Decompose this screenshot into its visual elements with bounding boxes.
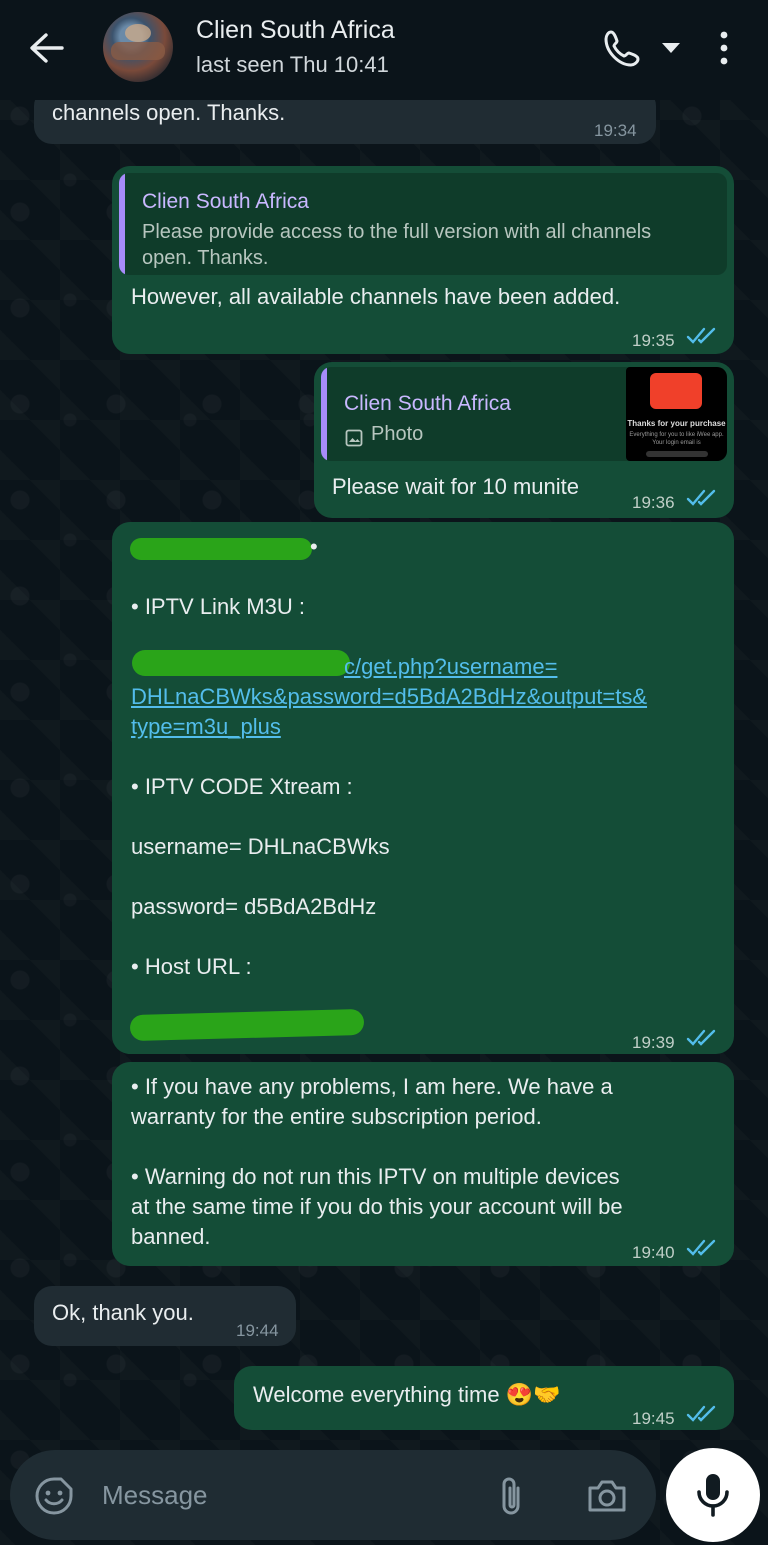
message-bubble-outgoing[interactable]: Clien South Africa Please provide access… (112, 166, 734, 354)
message-text: • If you have any problems, I am here. W… (131, 1074, 623, 1249)
double-check-icon (686, 1236, 718, 1256)
m3u-link[interactable]: c/get.php?username= (344, 652, 557, 682)
mic-icon[interactable] (666, 1448, 760, 1542)
thumb-field (646, 451, 708, 457)
message-time: 19:44 (236, 1321, 279, 1340)
message-time: 19:36 (632, 493, 675, 512)
message-time: 19:35 (632, 331, 675, 350)
message-text: Please wait for 10 munite (332, 474, 580, 499)
app-logo (650, 373, 702, 409)
thumb-subtitle: Everything for you to like iWee app. You… (629, 432, 724, 446)
redaction-mark (129, 1008, 365, 1042)
quote-text: Please provide access to the full versio… (142, 221, 652, 269)
double-check-icon (686, 324, 718, 344)
quote-accent-bar (119, 173, 125, 275)
sticker-icon[interactable] (34, 1476, 74, 1516)
message-text: channels open. Thanks. (52, 100, 286, 125)
quote-sender: Clien South Africa (142, 190, 309, 213)
message-bubble-incoming[interactable]: Ok, thank you. 19:44 (34, 1286, 296, 1346)
m3u-label: • IPTV Link M3U : (131, 594, 305, 619)
thumb-title: Thanks for your purchase (627, 419, 726, 428)
message-text: Ok, thank you. (52, 1300, 194, 1325)
phone-icon[interactable] (602, 28, 644, 68)
image-icon (345, 425, 363, 455)
password-line: password= d5BdA2BdHz (131, 894, 377, 919)
m3u-link[interactable]: type=m3u_plus (131, 712, 281, 742)
message-bubble-outgoing[interactable]: Welcome everything time 😍🤝 19:45 (234, 1366, 734, 1430)
message-input[interactable] (102, 1472, 482, 1518)
attach-icon[interactable] (496, 1474, 526, 1518)
photo-thumbnail[interactable]: Thanks for your purchase Everything for … (626, 367, 727, 461)
caret-down-icon[interactable] (660, 40, 682, 56)
message-text: Welcome everything time 😍🤝 (253, 1382, 561, 1407)
quote-sender: Clien South Africa (344, 392, 511, 415)
avatar[interactable] (103, 12, 173, 82)
message-time: 19:40 (632, 1243, 675, 1262)
message-text: • (310, 534, 318, 559)
quote-accent-bar (321, 367, 327, 461)
message-time: 19:34 (594, 121, 637, 140)
back-arrow-icon[interactable] (26, 30, 66, 66)
message-bubble-outgoing[interactable]: • • IPTV Link M3U : c/get.php?username= … (112, 522, 734, 1054)
contact-name[interactable]: Clien South Africa (196, 16, 395, 45)
host-label: • Host URL : (131, 954, 252, 979)
double-check-icon (686, 486, 718, 506)
username-line: username= DHLnaCBWks (131, 834, 390, 859)
message-time: 19:45 (632, 1409, 675, 1428)
double-check-icon (686, 1402, 718, 1422)
last-seen-status: last seen Thu 10:41 (196, 52, 389, 77)
quoted-message[interactable]: Clien South Africa Please provide access… (119, 173, 727, 275)
quote-text: Photo (371, 423, 424, 445)
m3u-link[interactable]: DHLnaCBWks&password=d5BdA2BdHz&output=ts… (131, 682, 647, 712)
quoted-message[interactable]: Clien South Africa Photo Thanks for your… (321, 367, 727, 461)
message-composer (10, 1450, 656, 1540)
camera-icon[interactable] (586, 1476, 628, 1516)
message-bubble-outgoing[interactable]: • If you have any problems, I am here. W… (112, 1062, 734, 1266)
redaction-mark (132, 650, 350, 676)
xtream-label: • IPTV CODE Xtream : (131, 774, 353, 799)
message-text: However, all available channels have bee… (131, 284, 621, 309)
message-bubble-outgoing[interactable]: Clien South Africa Photo Thanks for your… (314, 362, 734, 518)
double-check-icon (686, 1026, 718, 1046)
redaction-mark (130, 538, 312, 560)
chat-header: Clien South Africa last seen Thu 10:41 (0, 0, 768, 100)
message-time: 19:39 (632, 1033, 675, 1052)
more-vert-icon[interactable] (714, 30, 734, 66)
